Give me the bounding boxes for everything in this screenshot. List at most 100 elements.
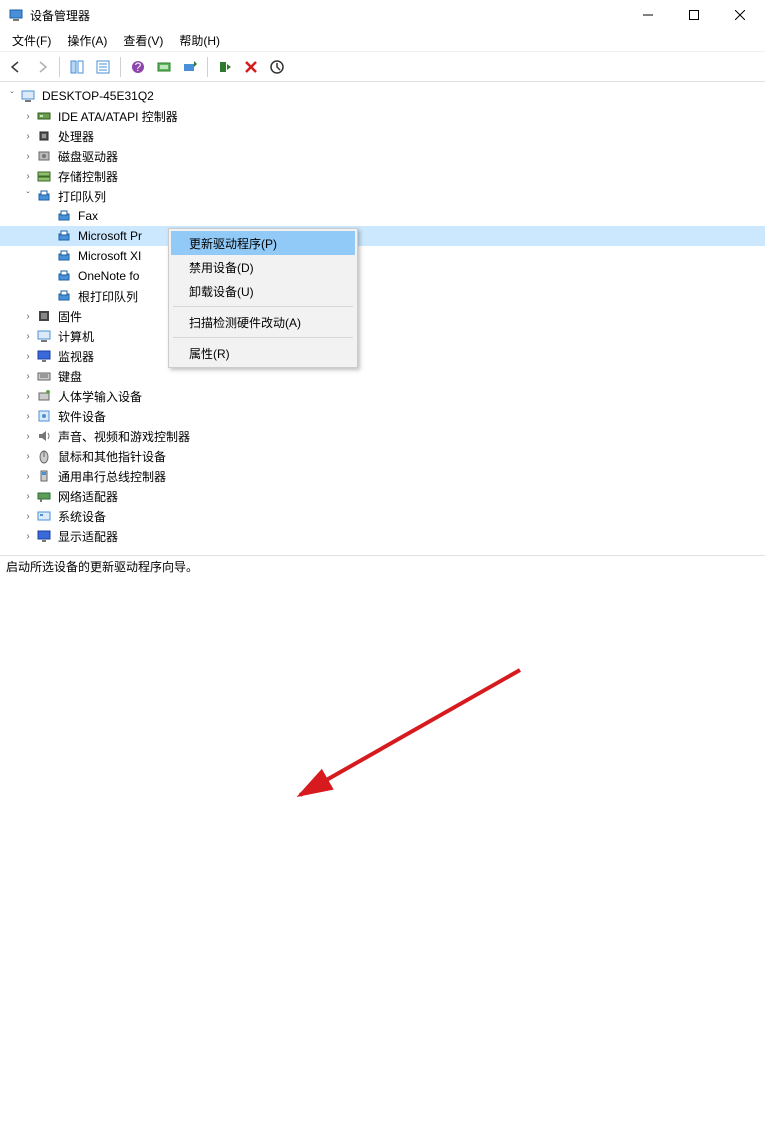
ctx-scan-hardware[interactable]: 扫描检测硬件改动(A) xyxy=(171,310,355,334)
display-icon xyxy=(36,528,52,544)
expander-icon[interactable]: › xyxy=(20,311,36,322)
enable-device-button[interactable] xyxy=(213,55,237,79)
expander-icon[interactable]: › xyxy=(20,351,36,362)
ctx-update-label: 更新驱动程序(P) xyxy=(189,235,277,252)
tree-root[interactable]: ˇ DESKTOP-45E31Q2 xyxy=(0,86,765,106)
expander-icon[interactable]: › xyxy=(20,391,36,402)
expander-icon[interactable]: › xyxy=(20,431,36,442)
status-bar: 启动所选设备的更新驱动程序向导。 xyxy=(0,555,765,575)
tree-category-label: 存储控制器 xyxy=(56,167,120,186)
menu-file[interactable]: 文件(F) xyxy=(4,30,59,51)
tree-category-storage[interactable]: › 存储控制器 xyxy=(0,166,765,186)
menu-action[interactable]: 操作(A) xyxy=(59,30,115,51)
toolbar-separator xyxy=(120,57,121,77)
expander-icon[interactable]: › xyxy=(20,331,36,342)
expander-icon[interactable]: › xyxy=(20,411,36,422)
tree-category-display[interactable]: › 显示适配器 xyxy=(0,526,765,546)
expander-icon[interactable]: › xyxy=(20,151,36,162)
update-driver-button[interactable] xyxy=(178,55,202,79)
ctx-disable-device[interactable]: 禁用设备(D) xyxy=(171,255,355,279)
tree-category-network[interactable]: ›网络适配器 xyxy=(0,486,765,506)
tree-device-mspr[interactable]: Microsoft Pr xyxy=(0,226,765,246)
expander-icon[interactable]: › xyxy=(20,471,36,482)
tree-category-disk[interactable]: ›磁盘驱动器 xyxy=(0,146,765,166)
mouse-icon xyxy=(36,448,52,464)
tree-category-hid[interactable]: ›人体学输入设备 xyxy=(0,386,765,406)
scan-hardware-button[interactable] xyxy=(152,55,176,79)
forward-button[interactable] xyxy=(30,55,54,79)
tree-category-audio[interactable]: › 声音、视频和游戏控制器 xyxy=(0,426,765,446)
close-button[interactable] xyxy=(717,0,763,30)
ctx-update-driver[interactable]: 更新驱动程序(P) xyxy=(171,231,355,255)
tree-category-label: 系统设备 xyxy=(56,507,108,526)
printer-icon xyxy=(56,248,72,264)
ctx-separator xyxy=(173,337,353,338)
expander-icon[interactable]: › xyxy=(20,511,36,522)
tree-device-label: Fax xyxy=(76,208,100,224)
menu-bar: 文件(F) 操作(A) 查看(V) 帮助(H) xyxy=(0,30,765,52)
ctx-separator xyxy=(173,306,353,307)
tree-category-monitor[interactable]: ›监视器 xyxy=(0,346,765,366)
tree-category-system[interactable]: › 系统设备 xyxy=(0,506,765,526)
expander-icon[interactable]: › xyxy=(20,531,36,542)
title-bar: 设备管理器 xyxy=(0,0,765,30)
tree-category-usb[interactable]: › 通用串行总线控制器 xyxy=(0,466,765,486)
tree-device-onenote[interactable]: OneNote fo xyxy=(0,266,765,286)
annotation-arrow xyxy=(0,555,765,1130)
menu-help[interactable]: 帮助(H) xyxy=(171,30,228,51)
properties-button[interactable] xyxy=(91,55,115,79)
maximize-button[interactable] xyxy=(671,0,717,30)
disable-device-button[interactable] xyxy=(265,55,289,79)
tree-category-label: 显示适配器 xyxy=(56,527,120,546)
tree-device-label: Microsoft XI xyxy=(76,248,143,264)
computer-icon xyxy=(36,328,52,344)
expander-icon[interactable]: › xyxy=(20,451,36,462)
tree-device-msxp[interactable]: Microsoft XI xyxy=(0,246,765,266)
tree-device-rootpq[interactable]: 根打印队列 xyxy=(0,286,765,306)
tree-category-firmware[interactable]: › 固件 xyxy=(0,306,765,326)
network-icon xyxy=(36,488,52,504)
toolbar-separator xyxy=(59,57,60,77)
tree-category-cpu[interactable]: › 处理器 xyxy=(0,126,765,146)
tree-category-label: 计算机 xyxy=(56,327,96,346)
expander-icon[interactable]: › xyxy=(20,491,36,502)
tree-device-fax[interactable]: Fax xyxy=(0,206,765,226)
back-button[interactable] xyxy=(4,55,28,79)
expander-icon[interactable]: › xyxy=(20,131,36,142)
svg-text:?: ? xyxy=(135,60,142,74)
tree-category-printqueue[interactable]: ˇ打印队列 xyxy=(0,186,765,206)
tree-category-software[interactable]: ›软件设备 xyxy=(0,406,765,426)
ctx-scan-label: 扫描检测硬件改动(A) xyxy=(189,314,301,331)
tree-category-keyboard[interactable]: ›键盘 xyxy=(0,366,765,386)
keyboard-icon xyxy=(36,368,52,384)
tree-category-mouse[interactable]: ›鼠标和其他指针设备 xyxy=(0,446,765,466)
expander-icon[interactable]: › xyxy=(20,371,36,382)
tree-device-label: OneNote fo xyxy=(76,268,141,284)
show-hide-tree-button[interactable] xyxy=(65,55,89,79)
expander-icon[interactable]: ˇ xyxy=(20,191,36,202)
tree-category-label: 处理器 xyxy=(56,127,96,146)
tree-device-label: Microsoft Pr xyxy=(76,228,144,244)
system-icon xyxy=(36,508,52,524)
minimize-button[interactable] xyxy=(625,0,671,30)
tree-category-label: 通用串行总线控制器 xyxy=(56,467,168,486)
tree-category-computer[interactable]: › 计算机 xyxy=(0,326,765,346)
ctx-uninstall-device[interactable]: 卸载设备(U) xyxy=(171,279,355,303)
toolbar: ? xyxy=(0,52,765,82)
uninstall-device-button[interactable] xyxy=(239,55,263,79)
firmware-icon xyxy=(36,308,52,324)
tree-category-ide[interactable]: ›IDE ATA/ATAPI 控制器 xyxy=(0,106,765,126)
audio-icon xyxy=(36,428,52,444)
expander-icon[interactable]: › xyxy=(20,111,36,122)
status-text: 启动所选设备的更新驱动程序向导。 xyxy=(6,560,198,574)
menu-view[interactable]: 查看(V) xyxy=(115,30,171,51)
device-tree-pane[interactable]: ˇ DESKTOP-45E31Q2 ›IDE ATA/ATAPI 控制器›处理器… xyxy=(0,82,765,555)
tree-category-label: 声音、视频和游戏控制器 xyxy=(56,427,192,446)
ctx-properties[interactable]: 属性(R) xyxy=(171,341,355,365)
ctx-disable-label: 禁用设备(D) xyxy=(189,259,254,276)
expander-icon[interactable]: › xyxy=(20,171,36,182)
tree-category-label: 固件 xyxy=(56,307,84,326)
help-button[interactable]: ? xyxy=(126,55,150,79)
expander-icon[interactable]: ˇ xyxy=(4,91,20,102)
usb-icon xyxy=(36,468,52,484)
